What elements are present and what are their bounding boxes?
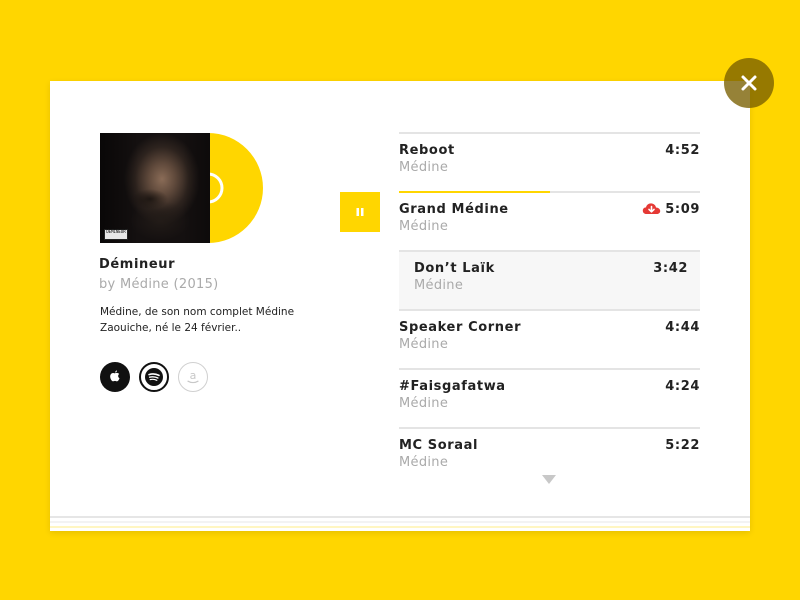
spotify-button[interactable] xyxy=(139,362,169,392)
cover-shading xyxy=(100,133,210,243)
track-duration: 3:42 xyxy=(653,261,688,276)
track-title: Don’t Laïk xyxy=(414,261,495,276)
track-duration: 4:24 xyxy=(665,379,700,394)
close-button[interactable] xyxy=(724,58,774,108)
close-icon xyxy=(741,75,757,91)
album-description: Médine, de son nom complet Médine Zaouic… xyxy=(100,306,295,334)
track-row-hover[interactable]: Don’t Laïk Médine 3:42 xyxy=(399,250,700,309)
track-artist: Médine xyxy=(399,160,449,175)
apple-icon xyxy=(110,370,120,382)
track-list: Reboot Médine 4:52 Grand Médine Médine 5… xyxy=(399,132,700,486)
track-artist: Médine xyxy=(399,396,449,411)
track-title: #Faisgafatwa xyxy=(399,379,506,394)
track-progress-bar xyxy=(399,191,550,193)
footer-stripes xyxy=(50,516,750,530)
track-row-playing[interactable]: Grand Médine Médine 5:09 xyxy=(399,191,700,250)
track-title: Speaker Corner xyxy=(399,320,522,335)
track-row[interactable]: Reboot Médine 4:52 xyxy=(399,132,700,191)
album-byline: by Médine (2015) xyxy=(99,277,219,292)
track-artist: Médine xyxy=(399,219,449,234)
track-title: Grand Médine xyxy=(399,202,509,217)
track-duration: 4:52 xyxy=(665,143,700,158)
track-title: Reboot xyxy=(399,143,455,158)
apple-store-button[interactable] xyxy=(100,362,130,392)
track-duration: 5:09 xyxy=(665,202,700,217)
store-links: a xyxy=(100,362,208,392)
album-cover: DEMINEUR xyxy=(100,133,210,243)
track-row[interactable]: Speaker Corner Médine 4:44 xyxy=(399,309,700,368)
track-duration: 4:44 xyxy=(665,320,700,335)
pause-icon xyxy=(356,208,364,216)
track-row[interactable]: #Faisgafatwa Médine 4:24 xyxy=(399,368,700,427)
track-title: MC Soraal xyxy=(399,438,479,453)
amazon-glyph: a xyxy=(190,369,197,382)
track-artist: Médine xyxy=(399,455,449,470)
track-duration: 5:22 xyxy=(665,438,700,453)
album-title: Démineur xyxy=(99,257,176,272)
cover-label: DEMINEUR xyxy=(104,229,128,240)
scroll-down-icon[interactable] xyxy=(542,475,556,484)
track-artist: Médine xyxy=(399,337,449,352)
track-artist: Médine xyxy=(414,278,464,293)
cloud-download-icon[interactable] xyxy=(642,202,661,216)
spotify-icon xyxy=(145,368,163,386)
amazon-icon: a xyxy=(187,369,199,384)
amazon-button[interactable]: a xyxy=(178,362,208,392)
pause-button[interactable] xyxy=(340,192,380,232)
